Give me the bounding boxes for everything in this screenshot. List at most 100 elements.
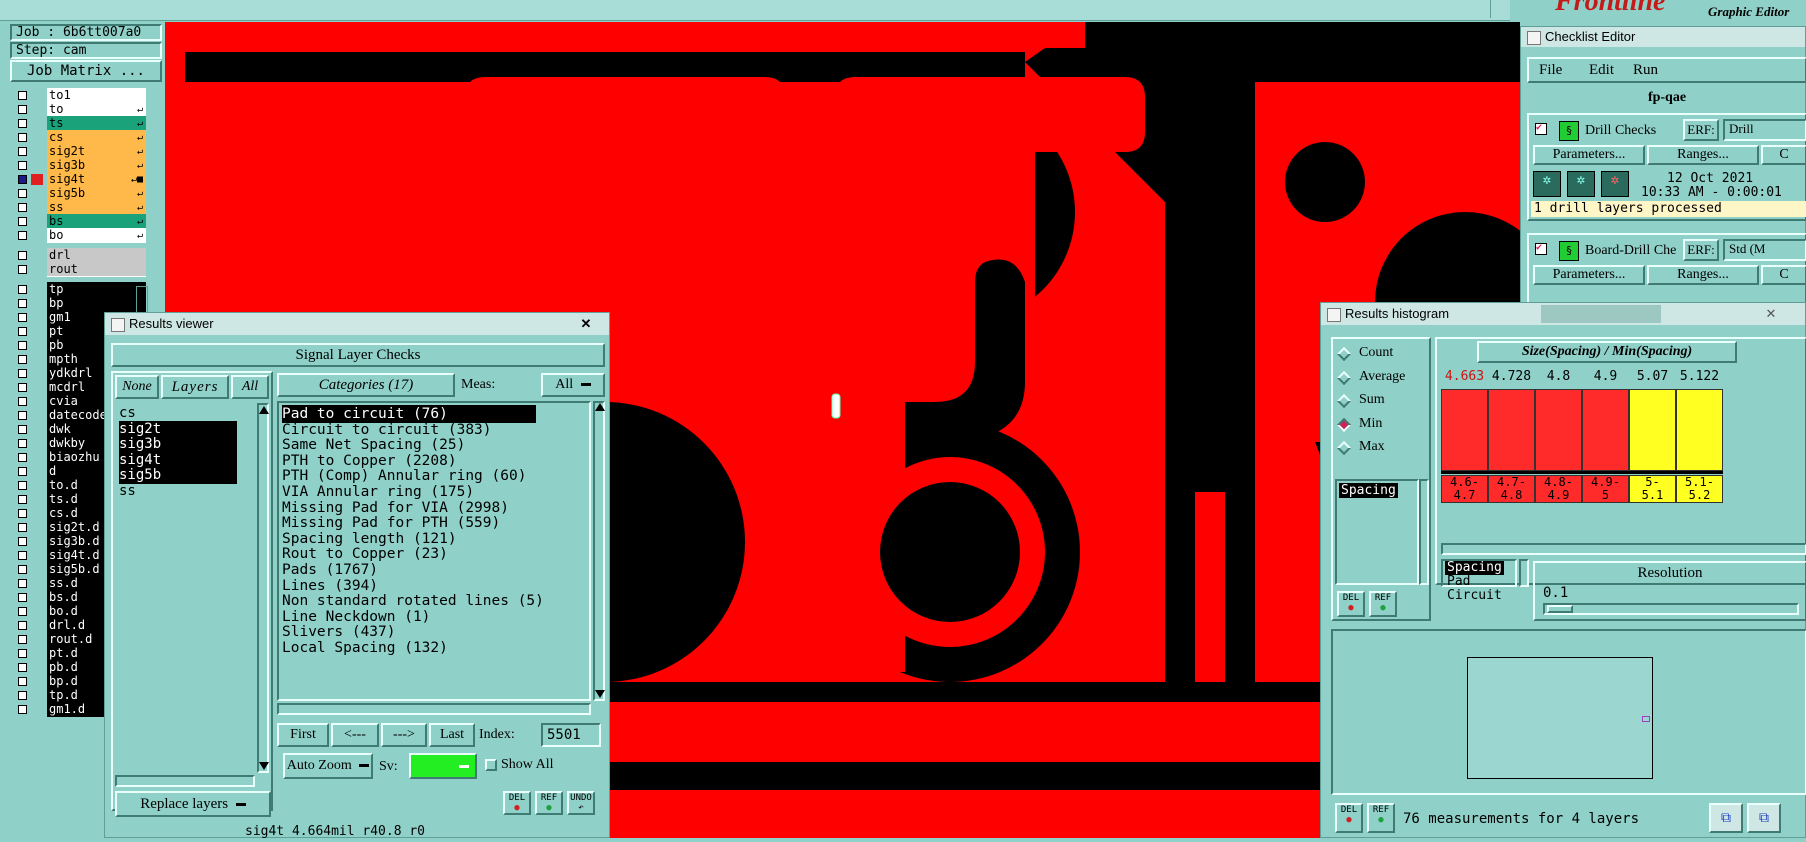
meas-select[interactable]: All (541, 373, 605, 397)
layer-checkbox[interactable] (18, 523, 27, 532)
type-item[interactable]: Pad (1445, 575, 1472, 589)
zoom-fit-icon[interactable]: ⧉ (1747, 803, 1781, 833)
check-board-drill-enabled-checkbox[interactable]: ✔ (1535, 243, 1547, 255)
layer-name[interactable]: sig5b ↵ (47, 186, 146, 201)
stat-option[interactable]: Count (1336, 345, 1427, 365)
resolution-slider[interactable] (1543, 603, 1799, 615)
stat-option[interactable]: Min (1336, 416, 1427, 436)
close-icon[interactable]: ✕ (1751, 303, 1791, 323)
categories-hscroll[interactable] (277, 703, 591, 715)
layer-checkbox[interactable] (18, 265, 27, 274)
layer-checkbox[interactable] (18, 313, 27, 322)
parameters-button[interactable]: Parameters... (1533, 145, 1645, 165)
layer-name[interactable]: drl (47, 248, 146, 263)
layer-row[interactable]: bo ↵ (14, 228, 146, 243)
layer-checkbox[interactable] (18, 509, 27, 518)
show-all-checkbox[interactable] (485, 759, 497, 771)
layer-checkbox[interactable] (18, 579, 27, 588)
layer-row[interactable]: rout (14, 262, 146, 277)
layer-checkbox[interactable] (18, 439, 27, 448)
layer-checkbox[interactable] (18, 691, 27, 700)
layer-row[interactable]: sig4t ↵■ (14, 172, 146, 187)
layer-name[interactable]: sig2t ↵ (47, 144, 146, 159)
del-button[interactable]: DEL ● (1337, 591, 1365, 617)
result-layer-item[interactable]: sig2t (119, 420, 237, 438)
layer-checkbox[interactable] (18, 453, 27, 462)
layer-name[interactable]: sig4t ↵■ (47, 172, 146, 187)
erf-board-drill-field[interactable]: Std (M (1723, 239, 1806, 261)
layer-checkbox[interactable] (18, 593, 27, 602)
layer-checkbox[interactable] (18, 203, 27, 212)
prev-button[interactable]: <--- (331, 723, 379, 747)
layer-checkbox[interactable] (18, 217, 27, 226)
layer-checkbox[interactable] (18, 677, 27, 686)
replace-layers-select[interactable]: Replace layers (115, 791, 271, 817)
ref-button[interactable]: REF ● (535, 791, 563, 815)
layer-row[interactable]: cs ↵ (14, 130, 146, 145)
layer-checkbox[interactable] (18, 467, 27, 476)
sv-color-select[interactable] (409, 753, 477, 779)
auto-zoom-select[interactable]: Auto Zoom (283, 753, 373, 779)
layer-name[interactable]: tp (47, 282, 146, 297)
layer-name[interactable]: to ↵ (47, 102, 146, 117)
stat-radio[interactable] (1336, 393, 1352, 409)
layer-checkbox[interactable] (18, 231, 27, 240)
layer-name[interactable]: rout (47, 262, 146, 277)
show-results-icon[interactable]: ✲ (1567, 171, 1595, 197)
layer-checkbox[interactable] (18, 133, 27, 142)
layer-checkbox[interactable] (18, 537, 27, 546)
ref-button[interactable]: REF ● (1369, 591, 1397, 617)
stat-radio[interactable] (1336, 440, 1352, 456)
job-matrix-button[interactable]: Job Matrix ... (10, 60, 162, 82)
layer-name[interactable]: cs ↵ (47, 130, 146, 145)
check-drill-enabled-checkbox[interactable]: ✔ (1535, 123, 1547, 135)
layer-row[interactable]: to1 (14, 88, 146, 103)
layer-row[interactable]: ts ↵ (14, 116, 146, 131)
layer-checkbox[interactable] (18, 189, 27, 198)
first-button[interactable]: First (277, 723, 329, 747)
layer-checkbox[interactable] (18, 495, 27, 504)
close-icon[interactable]: ✕ (563, 313, 609, 333)
categories-button[interactable]: Categories (17) (277, 373, 455, 397)
layer-name[interactable]: bs ↵ (47, 214, 146, 229)
histogram-bar[interactable] (1488, 389, 1535, 471)
layer-checkbox[interactable] (18, 705, 27, 714)
ranges-button[interactable]: Ranges... (1647, 145, 1759, 165)
stat-option[interactable]: Max (1336, 439, 1427, 459)
more-button-2[interactable]: C (1761, 265, 1806, 285)
result-layer-item[interactable]: sig4t (119, 451, 237, 469)
ranges-button-2[interactable]: Ranges... (1647, 265, 1759, 285)
layer-checkbox[interactable] (18, 105, 27, 114)
layer-checkbox[interactable] (18, 621, 27, 630)
layer-checkbox[interactable] (18, 607, 27, 616)
menu-scroll-handle[interactable] (1490, 0, 1505, 18)
result-layer-item[interactable]: sig3b (119, 436, 237, 453)
stat-option[interactable]: Average (1336, 369, 1427, 389)
layer-row[interactable]: to ↵ (14, 102, 146, 117)
layer-checkbox[interactable] (18, 551, 27, 560)
layer-checkbox[interactable] (18, 481, 27, 490)
layer-name[interactable]: ts ↵ (47, 116, 146, 131)
layer-checkbox[interactable] (18, 383, 27, 392)
histogram-bar[interactable] (1535, 389, 1582, 471)
undo-button[interactable]: UNDO ↶ (567, 791, 595, 815)
scroll-up-icon[interactable] (595, 403, 605, 411)
category-item[interactable]: Local Spacing (132) (282, 639, 448, 657)
layer-checkbox[interactable] (18, 425, 27, 434)
layer-checkbox[interactable] (18, 649, 27, 658)
erf-button-2[interactable]: ERF: (1683, 239, 1719, 261)
layer-checkbox[interactable] (18, 161, 27, 170)
checklist-editor-titlebar[interactable]: Checklist Editor (1521, 27, 1805, 47)
layer-name[interactable]: to1 (47, 88, 146, 103)
layer-checkbox[interactable] (18, 175, 27, 184)
del-button[interactable]: DEL ● (503, 791, 531, 815)
stat-option[interactable]: Sum (1336, 392, 1427, 412)
layer-checkbox[interactable] (18, 147, 27, 156)
scroll-up-icon[interactable] (259, 406, 269, 414)
layer-list-scrollbar[interactable] (257, 403, 269, 773)
layer-row[interactable]: drl (14, 248, 146, 263)
layer-row[interactable]: sig5b ↵ (14, 186, 146, 201)
layer-name[interactable]: bp (47, 296, 146, 311)
layer-checkbox[interactable] (18, 299, 27, 308)
stat-radio[interactable] (1336, 417, 1352, 432)
